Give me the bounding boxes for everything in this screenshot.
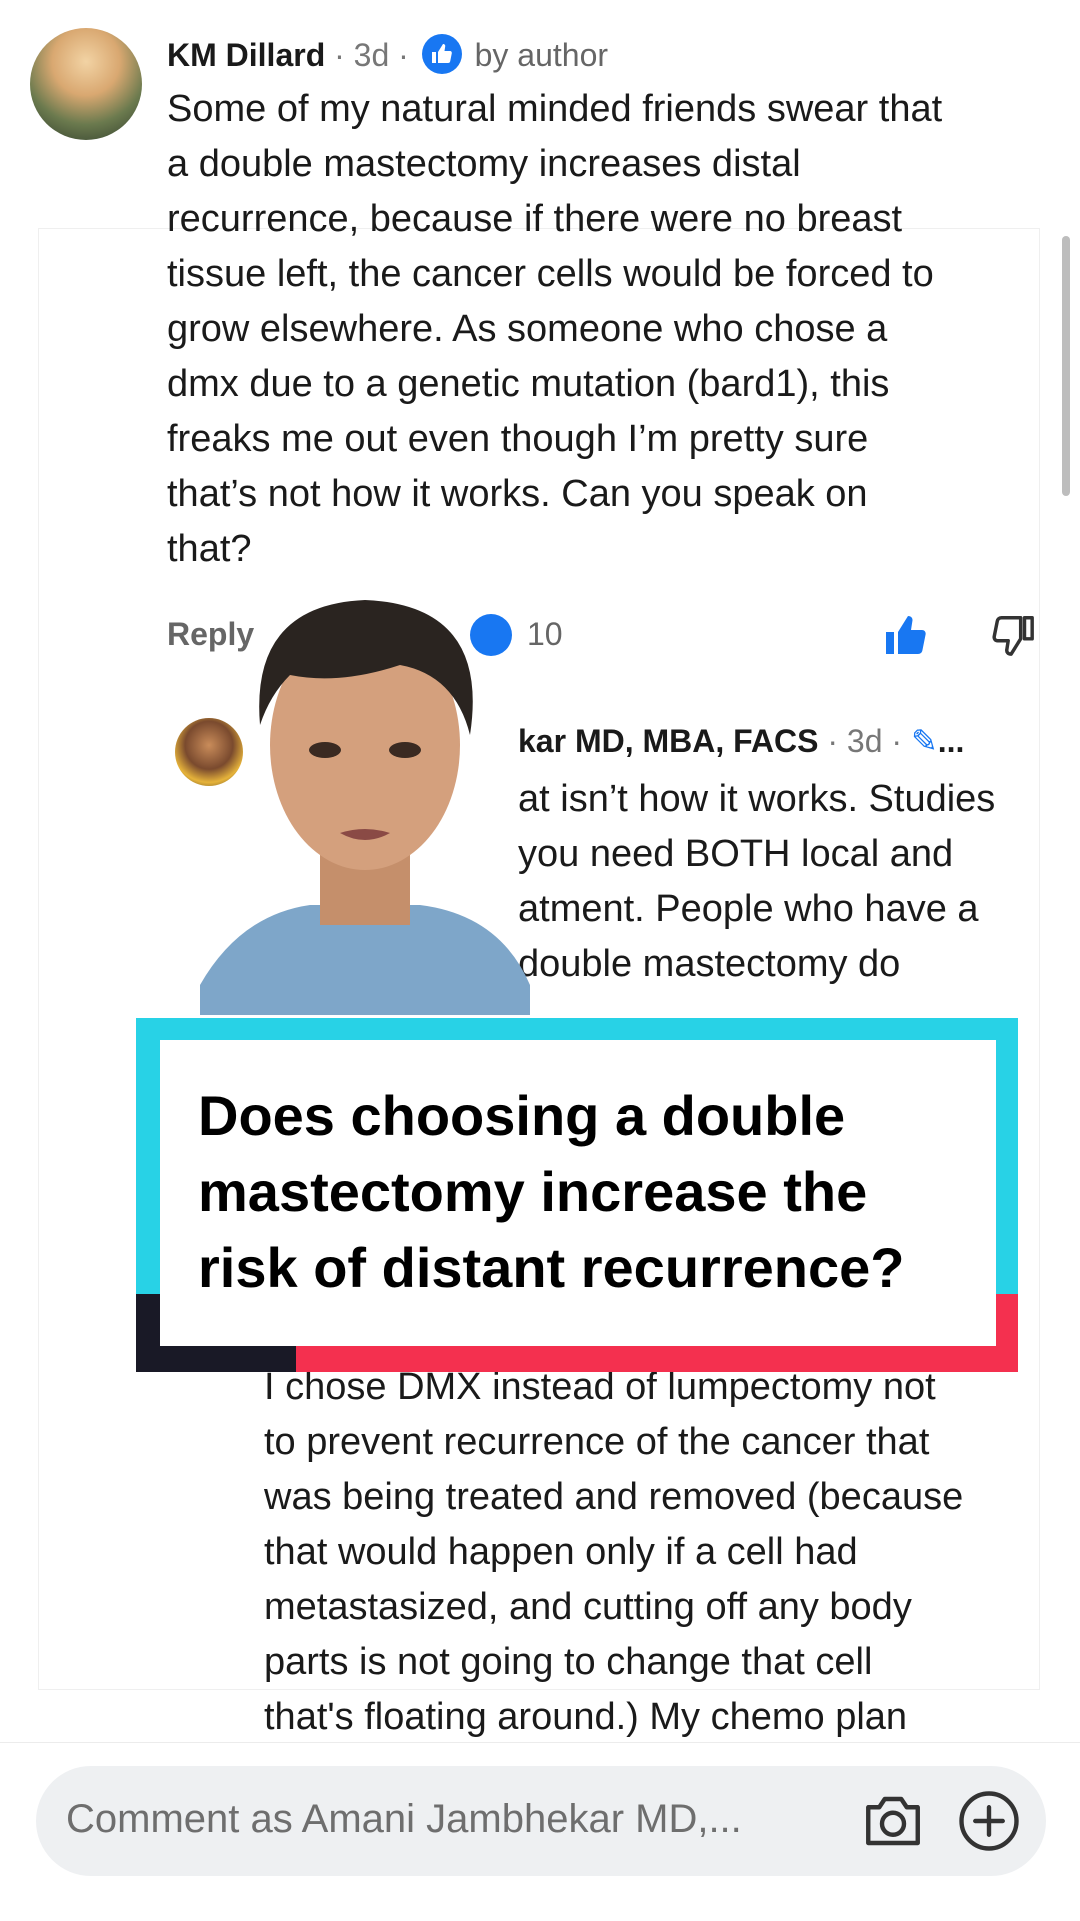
reply-author-name[interactable]: kar MD, MBA, FACS bbox=[518, 723, 818, 759]
reaction-count: 10 bbox=[527, 616, 563, 652]
comment-text: Some of my natural minded friends swear … bbox=[167, 88, 943, 570]
author-badge-label: by author bbox=[474, 37, 609, 73]
comment-input-placeholder[interactable]: Comment as Amani Jambhekar MD,... bbox=[66, 1797, 742, 1842]
reply-text: at isn’t how it works. Studies you need … bbox=[518, 778, 996, 985]
comment-meta: KM Dillard · 3d · by author bbox=[167, 34, 608, 74]
presenter-video-overlay bbox=[200, 600, 530, 1015]
commenter-avatar[interactable] bbox=[30, 28, 142, 140]
edit-icon: ✎ bbox=[910, 723, 938, 759]
commenter-name[interactable]: KM Dillard bbox=[167, 37, 325, 73]
more-icon[interactable]: ... bbox=[938, 723, 965, 759]
reply-age: 3d bbox=[846, 723, 883, 759]
comment-age: 3d bbox=[353, 37, 390, 73]
caption-text: Does choosing a double mastectomy increa… bbox=[198, 1084, 905, 1299]
scrollbar[interactable] bbox=[1062, 236, 1070, 496]
thumbs-up-icon[interactable] bbox=[882, 612, 930, 660]
thumbs-down-icon[interactable] bbox=[990, 612, 1036, 658]
camera-icon[interactable] bbox=[860, 1788, 926, 1854]
plus-icon[interactable] bbox=[956, 1788, 1022, 1854]
reply-meta: kar MD, MBA, FACS · 3d · ✎... bbox=[518, 723, 965, 759]
lower-comment-text: I chose DMX instead of lumpectomy not to… bbox=[264, 1366, 964, 1738]
thumbs-up-icon bbox=[421, 34, 462, 74]
